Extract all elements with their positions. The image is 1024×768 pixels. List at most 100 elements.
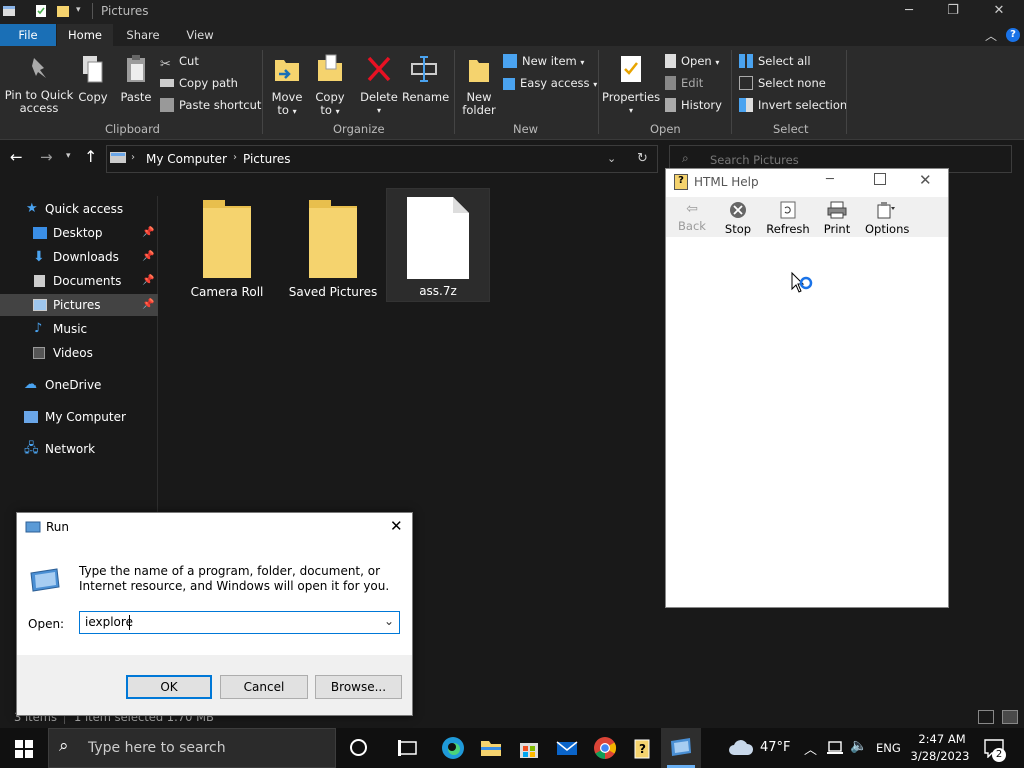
edge-browser-icon[interactable] <box>441 736 465 760</box>
rename-button[interactable]: Rename <box>402 54 449 104</box>
cut-button[interactable]: ✂ Cut <box>160 52 199 72</box>
file-explorer-taskbar-icon[interactable] <box>479 736 503 760</box>
back-button[interactable]: ⇦ Back <box>676 201 708 233</box>
file-item-camera-roll[interactable]: Camera Roll <box>172 188 282 302</box>
task-view-icon[interactable] <box>396 736 420 760</box>
collapse-ribbon-icon[interactable]: ︿ <box>985 27 997 44</box>
breadcrumb-pictures[interactable]: Pictures <box>243 152 291 166</box>
nav-item-videos[interactable]: Videos <box>0 342 158 364</box>
refresh-button[interactable]: Refresh <box>766 201 810 236</box>
file-item-saved-pictures[interactable]: Saved Pictures <box>278 188 388 302</box>
ribbon: Pin to Quick access Copy Paste ✂ Cut Copy… <box>0 46 1024 140</box>
windows-start-icon[interactable] <box>15 740 33 758</box>
close-icon[interactable]: ✕ <box>390 517 403 535</box>
file-name: ass.7z <box>419 284 457 298</box>
group-label-open: Open <box>650 122 681 136</box>
nav-item-my-computer[interactable]: My Computer <box>0 406 158 428</box>
options-button[interactable]: Options <box>865 201 909 236</box>
properties-button[interactable]: Properties ▾ <box>602 54 660 117</box>
nav-item-desktop[interactable]: Desktop 📌 <box>0 222 158 244</box>
history-button[interactable]: History <box>665 96 722 114</box>
new-item-button[interactable]: New item ▾ <box>503 52 584 70</box>
chrome-icon[interactable] <box>593 736 617 760</box>
nav-item-documents[interactable]: Documents 📌 <box>0 270 158 292</box>
volume-icon[interactable]: 🔈 <box>850 738 867 754</box>
nav-item-music[interactable]: ♪ Music <box>0 318 158 340</box>
close-icon[interactable]: ✕ <box>976 0 1022 24</box>
chevron-down-icon: ▾ <box>335 107 340 116</box>
browse-button[interactable]: Browse... <box>315 675 402 699</box>
properties-icon[interactable] <box>34 4 48 18</box>
run-taskbar-item[interactable] <box>661 728 701 768</box>
cancel-button[interactable]: Cancel <box>220 675 308 699</box>
new-folder-button[interactable]: New folder <box>460 54 498 117</box>
tab-view[interactable]: View <box>172 24 228 46</box>
nav-item-quick-access[interactable]: ★ Quick access <box>0 198 158 220</box>
minimize-icon[interactable]: ─ <box>826 172 834 187</box>
details-view-icon[interactable] <box>978 710 994 724</box>
clock-date[interactable]: 3/28/2023 <box>908 749 972 763</box>
recent-locations-chevron-icon[interactable]: ▾ <box>66 151 71 161</box>
show-hidden-icons-icon[interactable]: ︿ <box>804 739 817 758</box>
quick-access-toolbar-dropdown-icon[interactable]: ▾ <box>76 5 81 15</box>
paste-button[interactable]: Paste <box>118 54 154 104</box>
easy-access-button[interactable]: Easy access ▾ <box>503 74 597 92</box>
help-icon[interactable]: ? <box>1006 28 1020 42</box>
up-arrow-icon[interactable]: ↑ <box>84 147 97 166</box>
nav-item-pictures[interactable]: Pictures 📌 <box>0 294 158 316</box>
address-bar[interactable]: › My Computer › Pictures ⌄ ↻ <box>106 145 658 173</box>
delete-button[interactable]: Delete ▾ <box>359 54 399 117</box>
ok-button[interactable]: OK <box>126 675 212 699</box>
refresh-icon[interactable]: ↻ <box>637 151 648 166</box>
html-help-toolbar: ⇦ Back Stop Refresh Print Options <box>666 197 948 237</box>
maximize-icon[interactable]: ❐ <box>930 0 976 24</box>
taskbar-search-input[interactable]: Type here to search <box>88 740 226 756</box>
copy-path-icon <box>160 79 174 87</box>
stop-button[interactable]: Stop <box>721 201 755 236</box>
tab-share[interactable]: Share <box>115 24 171 46</box>
back-arrow-icon[interactable]: ← <box>10 148 23 166</box>
new-folder-quick-icon[interactable] <box>56 4 70 18</box>
html-help-taskbar-icon[interactable]: ? <box>631 736 655 760</box>
window-title: Pictures <box>101 4 149 18</box>
nav-item-downloads[interactable]: ⬇ Downloads 📌 <box>0 246 158 268</box>
close-icon[interactable]: ✕ <box>919 171 932 189</box>
clock-time[interactable]: 2:47 AM <box>912 732 972 746</box>
paste-shortcut-button[interactable]: Paste shortcut <box>160 96 261 114</box>
taskbar-search-box[interactable]: ⌕ Type here to search <box>48 728 336 768</box>
cortana-icon[interactable] <box>350 739 367 756</box>
weather-cloud-icon[interactable] <box>728 740 754 756</box>
maximize-icon[interactable] <box>874 173 886 185</box>
large-icons-view-icon[interactable] <box>1002 710 1018 724</box>
invert-selection-button[interactable]: Invert selection <box>739 96 847 114</box>
chevron-down-icon[interactable]: ⌄ <box>384 614 394 628</box>
select-all-button[interactable]: Select all <box>739 52 811 70</box>
nav-item-onedrive[interactable]: ☁ OneDrive <box>0 374 158 396</box>
microsoft-store-icon[interactable] <box>517 736 541 760</box>
weather-temperature[interactable]: 47°F <box>760 740 791 755</box>
copy-path-button[interactable]: Copy path <box>160 74 238 92</box>
open-combobox[interactable]: iexplore ⌄ <box>79 611 400 634</box>
edit-button[interactable]: Edit <box>665 74 703 92</box>
file-item-ass-7z[interactable]: ass.7z <box>386 188 490 302</box>
move-to-button[interactable]: Move to ▾ <box>268 54 306 118</box>
tab-file[interactable]: File <box>0 24 56 46</box>
breadcrumb-my-computer[interactable]: My Computer <box>146 152 227 166</box>
tab-home[interactable]: Home <box>57 24 113 46</box>
paste-shortcut-label: Paste shortcut <box>179 98 262 112</box>
forward-arrow-icon[interactable]: → <box>40 148 53 166</box>
print-button[interactable]: Print <box>821 201 853 236</box>
pin-to-quick-access-button[interactable]: Pin to Quick access <box>4 54 74 115</box>
copy-button[interactable]: Copy <box>76 54 110 104</box>
select-none-button[interactable]: Select none <box>739 74 826 92</box>
input-language[interactable]: ENG <box>876 741 901 755</box>
minimize-icon[interactable]: ─ <box>886 0 932 24</box>
open-input[interactable]: iexplore <box>85 615 133 629</box>
nav-item-network[interactable]: 🖧 Network <box>0 438 158 460</box>
open-button[interactable]: Open ▾ <box>665 52 719 70</box>
copy-to-button[interactable]: Copy to ▾ <box>311 54 349 118</box>
mail-icon[interactable] <box>555 736 579 760</box>
network-tray-icon[interactable] <box>826 741 844 756</box>
search-input[interactable]: Search Pictures <box>710 153 799 167</box>
address-dropdown-icon[interactable]: ⌄ <box>607 152 616 165</box>
